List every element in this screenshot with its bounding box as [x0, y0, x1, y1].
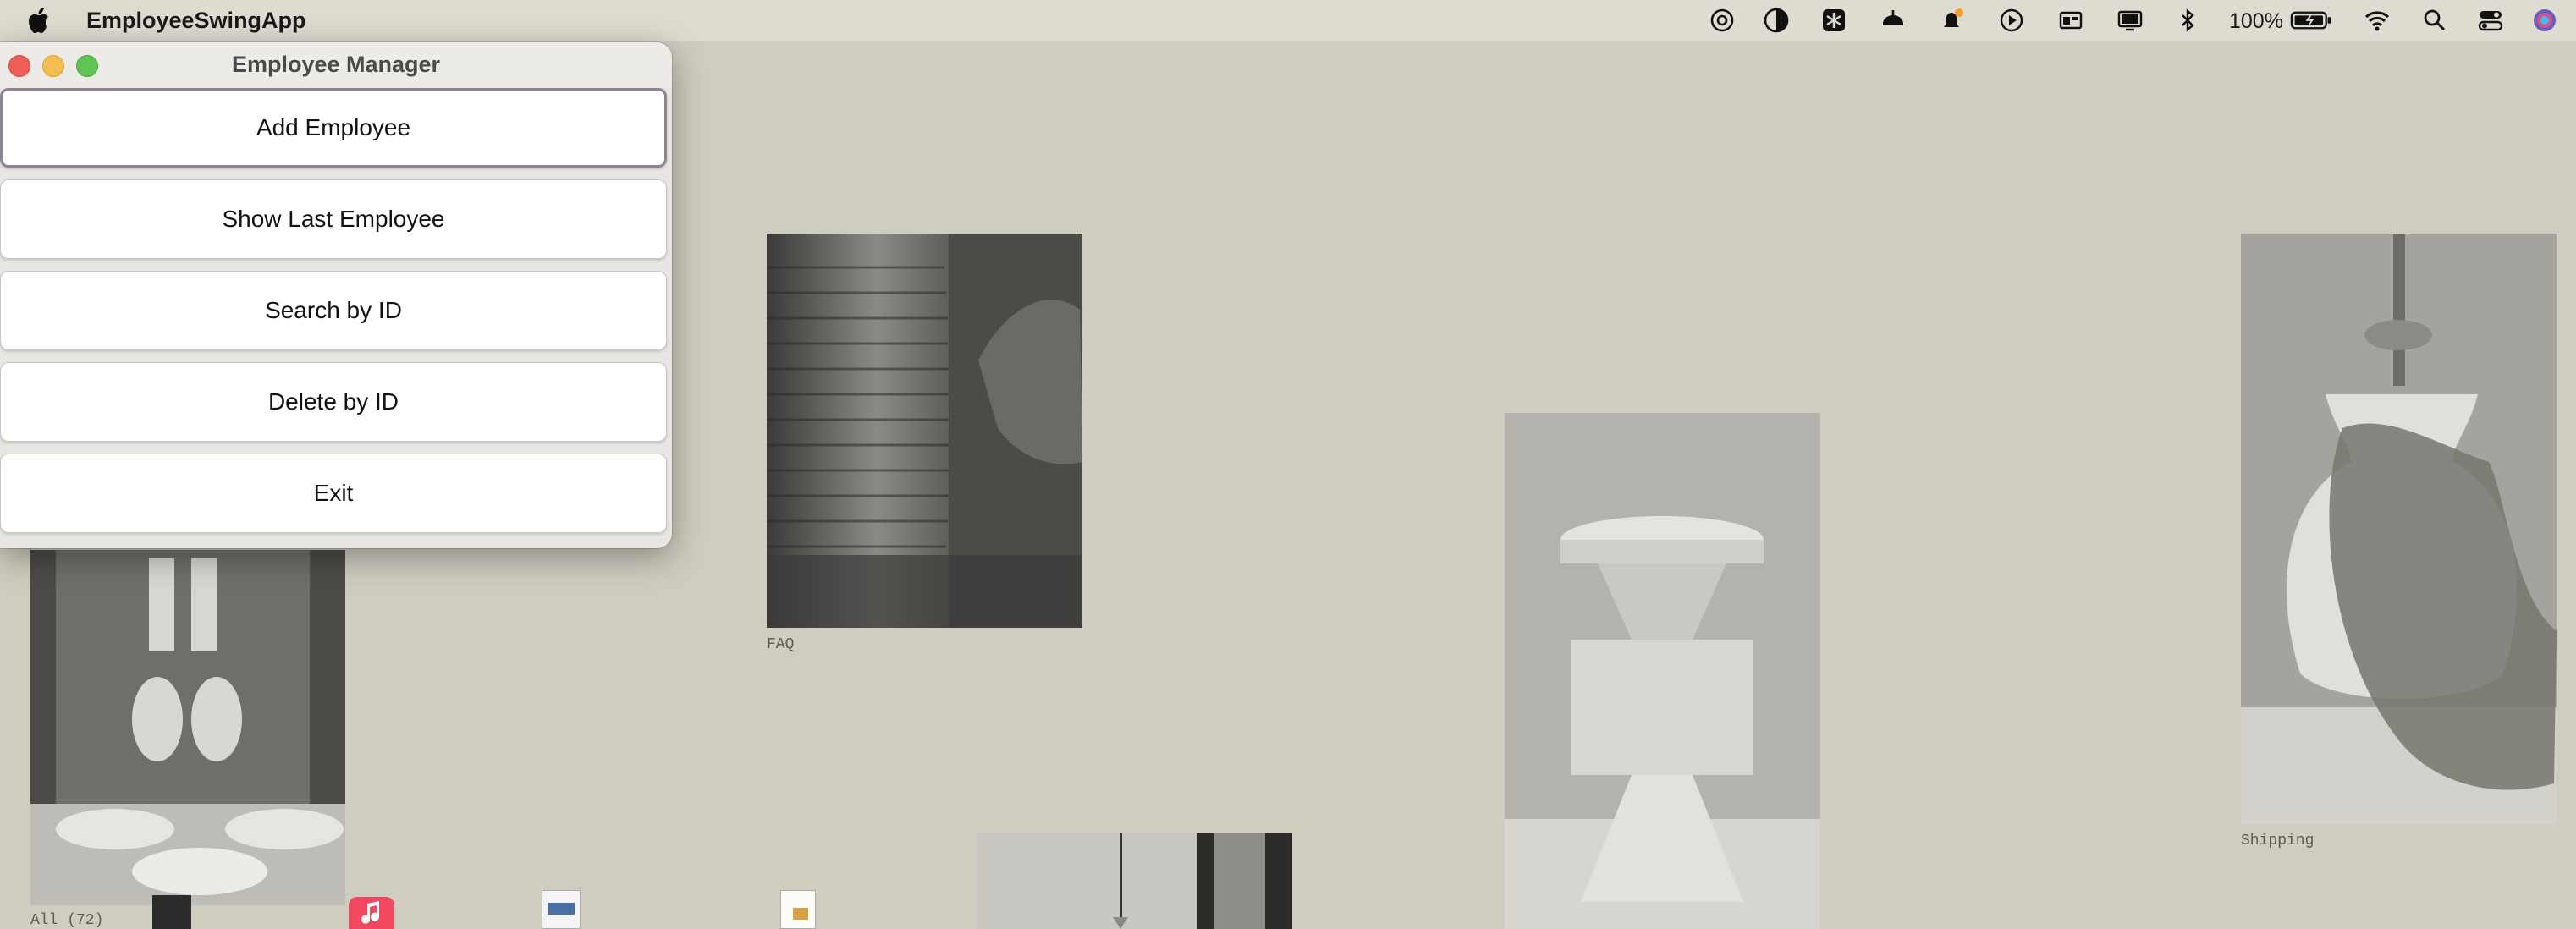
window-manager-icon[interactable] [2056, 7, 2085, 34]
button-panel: Add Employee Show Last Employee Search b… [0, 88, 672, 548]
document-file-icon[interactable] [542, 890, 581, 929]
lamp-photo [977, 833, 1292, 929]
search-icon[interactable] [2420, 7, 2449, 34]
show-last-employee-button[interactable]: Show Last Employee [0, 179, 667, 259]
display-icon[interactable] [2116, 7, 2144, 34]
menu-bar: EmployeeSwingApp 100% [0, 0, 2576, 41]
sculpture-photo [1505, 413, 1820, 929]
bluetooth-icon[interactable] [2173, 7, 2202, 34]
music-app-icon[interactable] [349, 897, 394, 929]
window-title: Employee Manager [231, 52, 441, 77]
delete-by-id-button[interactable]: Delete by ID [0, 362, 667, 442]
faq-caption[interactable]: FAQ [767, 636, 794, 653]
exit-button[interactable]: Exit [0, 454, 667, 533]
apple-logo-icon[interactable] [27, 6, 54, 35]
notification-bell-icon[interactable] [1938, 7, 1967, 34]
book-file-icon[interactable] [152, 895, 191, 929]
window-titlebar[interactable]: Employee Manager [0, 42, 672, 88]
add-employee-button[interactable]: Add Employee [0, 88, 667, 168]
coffee-icon[interactable] [1879, 7, 1907, 34]
battery-percentage[interactable]: 100% [2229, 9, 2283, 34]
play-circle-icon[interactable] [1997, 7, 2026, 34]
wifi-icon[interactable] [2363, 7, 2392, 34]
search-by-id-button[interactable]: Search by ID [0, 271, 667, 350]
shipping-caption[interactable]: Shipping [2241, 833, 2314, 849]
pottery-wheel-photo [767, 234, 1082, 628]
employee-manager-window: Employee Manager Add Employee Show Last … [0, 42, 672, 548]
all-count-caption[interactable]: All (72) [30, 912, 103, 929]
contrast-icon[interactable] [1762, 7, 1791, 34]
text-file-icon[interactable] [780, 890, 816, 929]
app-menu-name[interactable]: EmployeeSwingApp [86, 8, 306, 34]
control-center-icon[interactable] [2476, 7, 2505, 34]
chatgpt-icon[interactable] [1708, 7, 1737, 34]
snowflake-app-icon[interactable] [1819, 7, 1848, 34]
siri-icon[interactable] [2530, 7, 2559, 34]
vase-lamp-photo [2241, 234, 2557, 824]
battery-charging-icon[interactable] [2288, 7, 2336, 34]
pottery-shelf-photo [30, 550, 345, 905]
